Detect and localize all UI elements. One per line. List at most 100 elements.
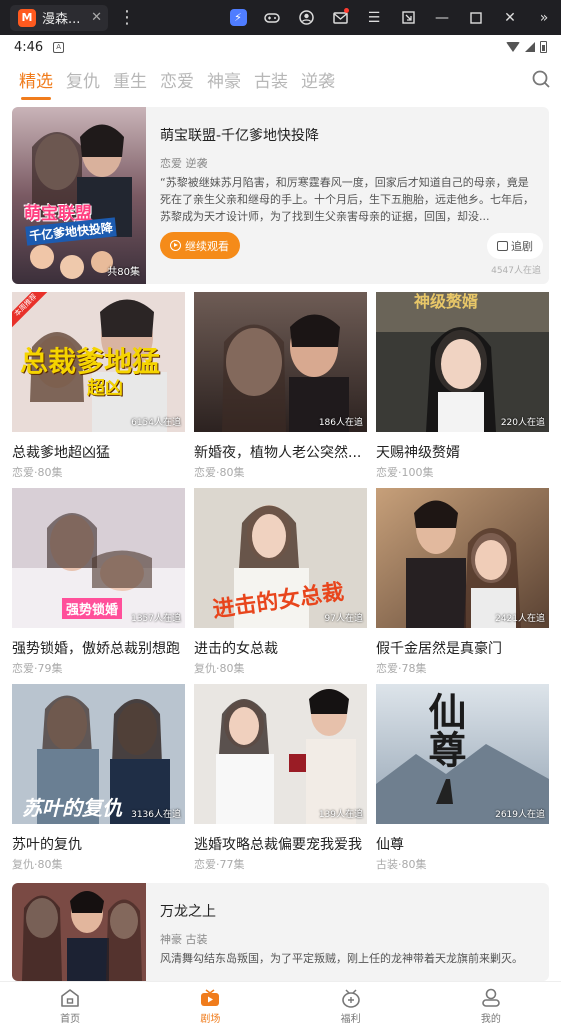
drama-title[interactable]: 天赐神级赘婿 [376, 442, 549, 462]
tab-revenge[interactable]: 复仇 [66, 67, 100, 92]
continue-watching-button[interactable]: 继续观看 [160, 232, 240, 259]
drama-title[interactable]: 进击的女总裁 [194, 638, 367, 658]
status-time: 4:46 [14, 39, 44, 55]
cover-title: 神级赘婿 [414, 292, 479, 311]
drama-meta: 恋爱·78集 [376, 662, 427, 675]
bolt-icon[interactable]: ⚡ [221, 0, 255, 35]
drama-card[interactable]: 强势锁婚 1357人在追 强势锁婚，傲娇总裁别想跑 恋爱·79集 [12, 488, 185, 675]
drama-title[interactable]: 总裁爹地超凶猛 [12, 442, 185, 462]
drama-card[interactable]: 仙尊 2619人在追 仙尊 古装·80集 [376, 684, 549, 871]
drama-cover[interactable]: 本周推荐 总裁爹地猛 超凶 6154人在追 [12, 292, 185, 432]
nav-profile-label: 我的 [480, 1013, 501, 1025]
signal-icon [525, 42, 535, 52]
featured-drama-card[interactable]: 万龙之上 神豪 古装 风清舞勾结东岛叛国，为了平定叛贼，刚上任的龙神带着天龙旗前… [12, 883, 549, 981]
cover-subtitle: 超凶 [87, 378, 123, 399]
drama-meta: 复仇·80集 [12, 858, 63, 871]
watching-count: 220人在追 [500, 418, 545, 428]
nav-welfare[interactable]: 福利 [281, 982, 421, 1030]
tab-rebirth[interactable]: 重生 [113, 67, 147, 92]
drama-meta: 恋爱·80集 [194, 466, 245, 479]
watching-count: 2421人在追 [495, 614, 545, 624]
status-bar: 4:46 A [0, 35, 561, 59]
play-icon [170, 240, 181, 251]
drama-cover[interactable]: 强势锁婚 1357人在追 [12, 488, 185, 628]
tab-rich[interactable]: 神豪 [207, 67, 241, 92]
featured-poster[interactable]: 萌宝联盟 千亿爹地快投降 共80集 [12, 107, 146, 284]
featured-description: 风清舞勾结东岛叛国，为了平定叛贼，刚上任的龙神带着天龙旗前来剿灭。 [160, 952, 523, 965]
featured-title[interactable]: 萌宝联盟-千亿爹地快投降 [160, 125, 539, 145]
drama-card[interactable]: 苏叶的复仇 3136人在追 苏叶的复仇 复仇·80集 [12, 684, 185, 871]
drama-title[interactable]: 逃婚攻略总裁偏要宠我爱我 [194, 834, 367, 854]
emulator-title-bar: M 漫森... ✕ ⋮ ⚡ ☰ — ✕ » [0, 0, 561, 35]
featured-tags: 神豪 古装 [160, 933, 208, 946]
more-options-icon[interactable]: ⋮ [118, 7, 136, 28]
notification-dot [344, 8, 349, 13]
account-icon[interactable] [289, 0, 323, 35]
follow-label: 追剧 [511, 240, 533, 253]
search-icon[interactable] [531, 69, 551, 89]
drama-title[interactable]: 新婚夜，植物人老公突然... [194, 442, 367, 462]
nav-welfare-label: 福利 [340, 1013, 361, 1025]
tab-costume[interactable]: 古装 [254, 67, 288, 92]
watching-count: 2619人在追 [495, 810, 545, 820]
close-icon[interactable]: ✕ [493, 0, 527, 35]
drama-cover[interactable]: 2421人在追 [376, 488, 549, 628]
drama-meta: 恋爱·77集 [194, 858, 245, 871]
cover-title: 强势锁婚 [62, 598, 123, 619]
featured-tags: 恋爱 逆袭 [160, 157, 208, 170]
featured-title[interactable]: 万龙之上 [160, 901, 539, 921]
drama-card[interactable]: 进击的女总裁 97人在追 进击的女总裁 复仇·80集 [194, 488, 367, 675]
minimize-icon[interactable]: — [425, 0, 459, 35]
watching-count: 139人在追 [318, 810, 363, 820]
collapse-icon[interactable]: » [527, 0, 561, 35]
gamepad-icon[interactable] [255, 0, 289, 35]
nav-home[interactable]: 首页 [0, 982, 140, 1030]
episodes-badge: 共80集 [107, 267, 140, 278]
battery-icon [540, 41, 547, 53]
gift-icon [341, 988, 360, 1008]
mail-icon[interactable] [323, 0, 357, 35]
tab-comeback[interactable]: 逆袭 [301, 67, 335, 92]
featured-watching-count: 4547人在追 [491, 266, 541, 276]
notification-icon: A [53, 41, 65, 53]
category-tabs: 精选 复仇 重生 恋爱 神豪 古装 逆袭 [0, 59, 561, 100]
drama-meta: 古装·80集 [376, 858, 427, 871]
watching-count: 3136人在追 [131, 810, 181, 820]
app-tab-title: 漫森... [42, 12, 81, 27]
drama-cover[interactable]: 苏叶的复仇 3136人在追 [12, 684, 185, 824]
app-tab[interactable]: M 漫森... ✕ [10, 4, 108, 31]
drama-title[interactable]: 苏叶的复仇 [12, 834, 185, 854]
tab-featured[interactable]: 精选 [19, 67, 53, 100]
drama-cover[interactable]: 进击的女总裁 97人在追 [194, 488, 367, 628]
continue-label: 继续观看 [185, 239, 229, 253]
drama-cover[interactable]: 仙尊 2619人在追 [376, 684, 549, 824]
drama-title[interactable]: 假千金居然是真豪门 [376, 638, 549, 658]
drama-card[interactable]: 神级赘婿 220人在追 天赐神级赘婿 恋爱·100集 [376, 292, 549, 479]
nav-theater-label: 剧场 [200, 1013, 221, 1025]
drama-title[interactable]: 仙尊 [376, 834, 549, 854]
featured-drama-card[interactable]: 萌宝联盟 千亿爹地快投降 共80集 萌宝联盟-千亿爹地快投降 恋爱 逆袭 “苏黎… [12, 107, 549, 284]
drama-card[interactable]: 本周推荐 总裁爹地猛 超凶 6154人在追 总裁爹地超凶猛 恋爱·80集 [12, 292, 185, 479]
drama-cover[interactable]: 神级赘婿 220人在追 [376, 292, 549, 432]
app-logo-icon: M [18, 8, 36, 27]
watching-count: 97人在追 [324, 614, 363, 624]
theater-icon [201, 988, 220, 1006]
nav-profile[interactable]: 我的 [421, 982, 561, 1030]
tab-romance[interactable]: 恋爱 [160, 67, 194, 92]
drama-title[interactable]: 强势锁婚，傲娇总裁别想跑 [12, 638, 185, 658]
drama-meta: 恋爱·79集 [12, 662, 63, 675]
drama-cover[interactable]: 186人在追 [194, 292, 367, 432]
watching-count: 186人在追 [318, 418, 363, 428]
drama-cover[interactable]: 139人在追 [194, 684, 367, 824]
maximize-icon[interactable] [459, 0, 493, 35]
drama-card[interactable]: 2421人在追 假千金居然是真豪门 恋爱·78集 [376, 488, 549, 675]
menu-icon[interactable]: ☰ [357, 0, 391, 35]
featured-poster[interactable] [12, 883, 146, 981]
follow-button[interactable]: 追剧 [487, 233, 543, 259]
drama-card[interactable]: 139人在追 逃婚攻略总裁偏要宠我爱我 恋爱·77集 [194, 684, 367, 871]
tab-close-icon[interactable]: ✕ [91, 10, 102, 25]
nav-theater[interactable]: 剧场 [140, 982, 280, 1030]
screenshot-icon[interactable] [391, 0, 425, 35]
drama-meta: 恋爱·100集 [376, 466, 434, 479]
drama-card[interactable]: 186人在追 新婚夜，植物人老公突然... 恋爱·80集 [194, 292, 367, 479]
